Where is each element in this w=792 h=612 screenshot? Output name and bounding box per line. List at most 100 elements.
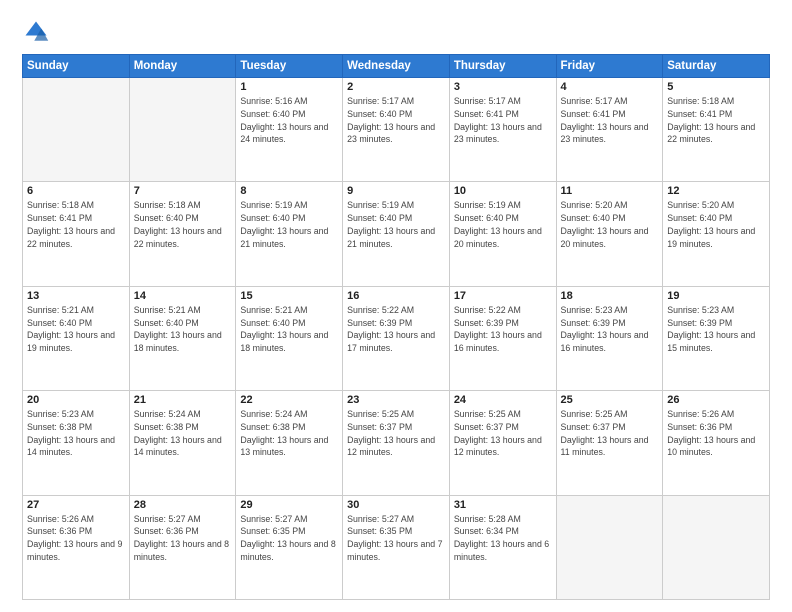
- day-number: 17: [454, 290, 552, 302]
- day-cell: 31 Sunrise: 5:28 AMSunset: 6:34 PMDayligh…: [449, 495, 556, 599]
- day-number: 9: [347, 185, 445, 197]
- logo: [22, 18, 54, 46]
- day-number: 20: [27, 394, 125, 406]
- day-number: 29: [240, 499, 338, 511]
- day-cell: 12Sunrise: 5:20 AMSunset: 6:40 PMDayligh…: [663, 182, 770, 286]
- day-info: Sunrise: 5:23 AMSunset: 6:38 PMDaylight:…: [27, 408, 125, 459]
- day-cell: 2 Sunrise: 5:17 AMSunset: 6:40 PMDaylight…: [343, 78, 450, 182]
- day-cell: 28Sunrise: 5:27 AMSunset: 6:36 PMDayligh…: [129, 495, 236, 599]
- day-number: 15: [240, 290, 338, 302]
- column-header-sunday: Sunday: [23, 55, 130, 78]
- day-cell: 1 Sunrise: 5:16 AMSunset: 6:40 PMDaylight…: [236, 78, 343, 182]
- day-cell: 25 Sunrise: 5:25 AMSunset: 6:37 PMDayligh…: [556, 391, 663, 495]
- day-info: Sunrise: 5:25 AMSunset: 6:37 PMDaylight:…: [347, 408, 445, 459]
- day-info: Sunrise: 5:19 AMSunset: 6:40 PMDaylight:…: [454, 199, 552, 250]
- day-number: 12: [667, 185, 765, 197]
- day-number: 19: [667, 290, 765, 302]
- column-header-wednesday: Wednesday: [343, 55, 450, 78]
- day-number: 16: [347, 290, 445, 302]
- day-cell: 4 Sunrise: 5:17 AMSunset: 6:41 PMDaylight…: [556, 78, 663, 182]
- day-cell: 20 Sunrise: 5:23 AMSunset: 6:38 PMDayligh…: [23, 391, 130, 495]
- day-cell: 5Sunrise: 5:18 AMSunset: 6:41 PMDaylight…: [663, 78, 770, 182]
- day-info: Sunrise: 5:21 AMSunset: 6:40 PMDaylight:…: [134, 304, 232, 355]
- day-number: 28: [134, 499, 232, 511]
- column-header-friday: Friday: [556, 55, 663, 78]
- day-cell: 14 Sunrise: 5:21 AMSunset: 6:40 PMDayligh…: [129, 286, 236, 390]
- day-info: Sunrise: 5:18 AMSunset: 6:41 PMDaylight:…: [27, 199, 125, 250]
- day-info: Sunrise: 5:22 AMSunset: 6:39 PMDaylight:…: [347, 304, 445, 355]
- day-info: Sunrise: 5:26 AMSunset: 6:36 PMDaylight:…: [27, 513, 125, 564]
- day-cell: [556, 495, 663, 599]
- calendar-header: SundayMondayTuesdayWednesdayThursdayFrid…: [23, 55, 770, 78]
- day-cell: 11 Sunrise: 5:20 AMSunset: 6:40 PMDayligh…: [556, 182, 663, 286]
- day-cell: [129, 78, 236, 182]
- day-cell: 17Sunrise: 5:22 AMSunset: 6:39 PMDayligh…: [449, 286, 556, 390]
- header-row: SundayMondayTuesdayWednesdayThursdayFrid…: [23, 55, 770, 78]
- day-info: Sunrise: 5:24 AMSunset: 6:38 PMDaylight:…: [240, 408, 338, 459]
- day-info: Sunrise: 5:17 AMSunset: 6:41 PMDaylight:…: [561, 95, 659, 146]
- day-info: Sunrise: 5:17 AMSunset: 6:40 PMDaylight:…: [347, 95, 445, 146]
- day-number: 25: [561, 394, 659, 406]
- day-info: Sunrise: 5:26 AMSunset: 6:36 PMDaylight:…: [667, 408, 765, 459]
- day-cell: 27 Sunrise: 5:26 AMSunset: 6:36 PMDayligh…: [23, 495, 130, 599]
- day-cell: 8 Sunrise: 5:19 AMSunset: 6:40 PMDaylight…: [236, 182, 343, 286]
- day-number: 11: [561, 185, 659, 197]
- column-header-tuesday: Tuesday: [236, 55, 343, 78]
- day-number: 7: [134, 185, 232, 197]
- day-number: 4: [561, 81, 659, 93]
- day-cell: 22 Sunrise: 5:24 AMSunset: 6:38 PMDayligh…: [236, 391, 343, 495]
- day-cell: 23 Sunrise: 5:25 AMSunset: 6:37 PMDayligh…: [343, 391, 450, 495]
- day-info: Sunrise: 5:25 AMSunset: 6:37 PMDaylight:…: [561, 408, 659, 459]
- day-number: 1: [240, 81, 338, 93]
- day-info: Sunrise: 5:23 AMSunset: 6:39 PMDaylight:…: [667, 304, 765, 355]
- day-cell: 21 Sunrise: 5:24 AMSunset: 6:38 PMDayligh…: [129, 391, 236, 495]
- day-info: Sunrise: 5:18 AMSunset: 6:40 PMDaylight:…: [134, 199, 232, 250]
- header: [22, 18, 770, 46]
- day-cell: 18 Sunrise: 5:23 AMSunset: 6:39 PMDayligh…: [556, 286, 663, 390]
- day-number: 27: [27, 499, 125, 511]
- day-info: Sunrise: 5:25 AMSunset: 6:37 PMDaylight:…: [454, 408, 552, 459]
- day-info: Sunrise: 5:27 AMSunset: 6:35 PMDaylight:…: [347, 513, 445, 564]
- day-cell: 29Sunrise: 5:27 AMSunset: 6:35 PMDayligh…: [236, 495, 343, 599]
- day-cell: 16 Sunrise: 5:22 AMSunset: 6:39 PMDayligh…: [343, 286, 450, 390]
- calendar-body: 1 Sunrise: 5:16 AMSunset: 6:40 PMDaylight…: [23, 78, 770, 600]
- day-number: 18: [561, 290, 659, 302]
- day-cell: [663, 495, 770, 599]
- day-info: Sunrise: 5:19 AMSunset: 6:40 PMDaylight:…: [347, 199, 445, 250]
- day-cell: 24 Sunrise: 5:25 AMSunset: 6:37 PMDayligh…: [449, 391, 556, 495]
- day-info: Sunrise: 5:28 AMSunset: 6:34 PMDaylight:…: [454, 513, 552, 564]
- day-info: Sunrise: 5:17 AMSunset: 6:41 PMDaylight:…: [454, 95, 552, 146]
- day-number: 10: [454, 185, 552, 197]
- column-header-thursday: Thursday: [449, 55, 556, 78]
- day-number: 6: [27, 185, 125, 197]
- day-number: 31: [454, 499, 552, 511]
- day-number: 26: [667, 394, 765, 406]
- day-cell: 9 Sunrise: 5:19 AMSunset: 6:40 PMDaylight…: [343, 182, 450, 286]
- day-info: Sunrise: 5:23 AMSunset: 6:39 PMDaylight:…: [561, 304, 659, 355]
- day-cell: [23, 78, 130, 182]
- day-number: 21: [134, 394, 232, 406]
- day-cell: 30Sunrise: 5:27 AMSunset: 6:35 PMDayligh…: [343, 495, 450, 599]
- day-cell: 15Sunrise: 5:21 AMSunset: 6:40 PMDayligh…: [236, 286, 343, 390]
- day-number: 3: [454, 81, 552, 93]
- day-number: 23: [347, 394, 445, 406]
- day-info: Sunrise: 5:20 AMSunset: 6:40 PMDaylight:…: [561, 199, 659, 250]
- day-cell: 6 Sunrise: 5:18 AMSunset: 6:41 PMDaylight…: [23, 182, 130, 286]
- day-number: 14: [134, 290, 232, 302]
- day-cell: 7 Sunrise: 5:18 AMSunset: 6:40 PMDaylight…: [129, 182, 236, 286]
- day-number: 22: [240, 394, 338, 406]
- day-info: Sunrise: 5:24 AMSunset: 6:38 PMDaylight:…: [134, 408, 232, 459]
- day-info: Sunrise: 5:19 AMSunset: 6:40 PMDaylight:…: [240, 199, 338, 250]
- column-header-monday: Monday: [129, 55, 236, 78]
- day-number: 5: [667, 81, 765, 93]
- logo-icon: [22, 18, 50, 46]
- day-cell: 10 Sunrise: 5:19 AMSunset: 6:40 PMDayligh…: [449, 182, 556, 286]
- calendar-table: SundayMondayTuesdayWednesdayThursdayFrid…: [22, 54, 770, 600]
- day-number: 8: [240, 185, 338, 197]
- week-row-3: 13 Sunrise: 5:21 AMSunset: 6:40 PMDayligh…: [23, 286, 770, 390]
- day-number: 24: [454, 394, 552, 406]
- day-number: 13: [27, 290, 125, 302]
- day-info: Sunrise: 5:16 AMSunset: 6:40 PMDaylight:…: [240, 95, 338, 146]
- day-number: 2: [347, 81, 445, 93]
- day-info: Sunrise: 5:21 AMSunset: 6:40 PMDaylight:…: [27, 304, 125, 355]
